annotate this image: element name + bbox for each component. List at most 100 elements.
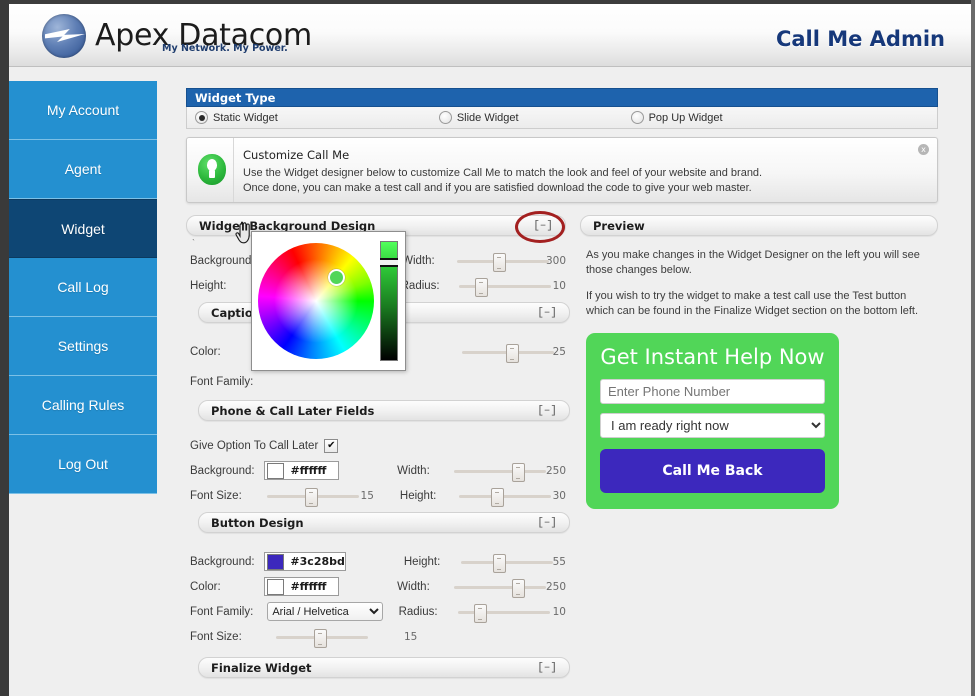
brightness-slider[interactable]: [380, 241, 398, 361]
phone-background-label: Background:: [190, 464, 255, 477]
caption-font-family-row: Font Family:: [190, 369, 566, 394]
window-frame-right: [971, 0, 975, 696]
color-picker-popup[interactable]: [251, 231, 406, 371]
slider-knob[interactable]: [493, 553, 506, 573]
section-phone-call-later-fields[interactable]: Phone & Call Later Fields [–]: [198, 400, 570, 421]
button-radius-value: 10: [552, 605, 566, 618]
sidebar-item-call-log[interactable]: Call Log: [9, 258, 157, 317]
color-wheel[interactable]: [258, 243, 374, 359]
radio-static-widget[interactable]: Static Widget: [195, 111, 278, 124]
preview-column: Preview As you make changes in the Widge…: [580, 215, 938, 678]
widget-preview-readiness-select[interactable]: I am ready right now: [600, 413, 825, 438]
phone-background-row: Background: #ffffff Width: 250: [190, 458, 566, 483]
slider-track: [457, 610, 550, 614]
background-width-slider[interactable]: [457, 252, 550, 272]
radio-popup-widget[interactable]: Pop Up Widget: [630, 111, 723, 124]
phone-height-slider[interactable]: [458, 487, 551, 507]
preview-paragraph-1: As you make changes in the Widget Design…: [586, 249, 920, 276]
widget-preview-call-me-back-button[interactable]: Call Me Back: [600, 449, 825, 493]
notice-divider: [233, 138, 234, 202]
button-height-value: 55: [552, 555, 566, 568]
button-width-value: 250: [545, 580, 566, 593]
phone-font-size-slider[interactable]: [266, 487, 359, 507]
button-font-size-value: 15: [404, 630, 418, 643]
collapse-background-button[interactable]: [–]: [515, 210, 566, 243]
sidebar-item-agent[interactable]: Agent: [9, 140, 157, 199]
phone-width-slider[interactable]: [454, 462, 547, 482]
button-font-family-select[interactable]: Arial / Helvetica: [267, 602, 383, 621]
button-background-color-input[interactable]: #3c28bd: [264, 552, 346, 571]
notice-line-1: Use the Widget designer below to customi…: [243, 167, 763, 179]
slider-knob[interactable]: [505, 343, 519, 363]
button-background-row: Background: #3c28bd Height: 55: [190, 549, 566, 574]
collapse-phone-button[interactable]: [–]: [537, 405, 557, 417]
caption-font-family-label: Font Family:: [190, 375, 254, 388]
collapse-caption-button[interactable]: [–]: [537, 307, 557, 319]
preview-paragraph-2: If you wish to try the widget to make a …: [586, 290, 919, 317]
slider-knob[interactable]: [475, 277, 489, 297]
preview-title: Preview: [593, 218, 645, 233]
logo-tagline: My Network. My Power.: [162, 43, 288, 54]
radio-slide-widget-label: Slide Widget: [456, 111, 519, 124]
radio-slide-widget-indicator: [438, 111, 452, 124]
sidebar-item-calling-rules[interactable]: Calling Rules: [9, 376, 157, 435]
notice-body: Use the Widget designer below to customi…: [243, 166, 762, 196]
button-width-slider[interactable]: [454, 578, 547, 598]
button-background-value: #3c28bd: [290, 555, 345, 568]
section-button-design[interactable]: Button Design [–]: [198, 512, 570, 533]
slider-knob[interactable]: [512, 578, 526, 598]
button-color-row: Color: #ffffff Width: 250: [190, 574, 566, 599]
widget-preview-caption: Get Instant Help Now: [600, 345, 825, 369]
button-radius-slider[interactable]: [457, 603, 550, 623]
close-icon[interactable]: x: [918, 144, 929, 155]
sidebar-item-widget[interactable]: Widget: [9, 199, 157, 258]
background-radius-label: Radius:: [400, 279, 440, 292]
brightness-slider-handle[interactable]: [380, 258, 398, 267]
phone-background-color-input[interactable]: #ffffff: [264, 461, 340, 480]
button-font-size-slider[interactable]: [276, 628, 368, 648]
sidebar-item-log-out[interactable]: Log Out: [9, 435, 157, 494]
slider-track: [454, 585, 547, 589]
call-later-row: Give Option To Call Later ✔: [190, 433, 566, 458]
slider-knob[interactable]: [304, 487, 318, 507]
widget-type-options: Static Widget Slide Widget Pop Up Widget: [186, 107, 938, 129]
slider-knob[interactable]: [490, 487, 504, 507]
button-color-swatch: [267, 578, 285, 595]
collapse-button-design[interactable]: [–]: [537, 517, 557, 529]
widget-designer-column: Widget Background Design [–] ` Backgroun…: [186, 210, 570, 678]
slider-knob[interactable]: [314, 628, 327, 648]
background-radius-slider[interactable]: [459, 277, 552, 297]
section-finalize-widget[interactable]: Finalize Widget [–]: [198, 657, 570, 678]
section-phone-title: Phone & Call Later Fields: [211, 403, 375, 418]
collapse-finalize-button[interactable]: [–]: [537, 662, 557, 674]
widget-preview-phone-input[interactable]: [600, 379, 825, 404]
widget-preview-card: Get Instant Help Now I am ready right no…: [586, 333, 839, 509]
section-button-title: Button Design: [211, 515, 304, 530]
call-later-checkbox[interactable]: ✔: [324, 438, 339, 453]
radio-popup-widget-label: Pop Up Widget: [648, 111, 723, 124]
sidebar-item-settings[interactable]: Settings: [9, 317, 157, 376]
color-wheel-selector[interactable]: [328, 269, 345, 286]
radio-slide-widget[interactable]: Slide Widget: [438, 111, 519, 124]
button-font-size-label: Font Size:: [190, 630, 242, 643]
button-background-label: Background:: [190, 555, 255, 568]
slider-knob[interactable]: [512, 462, 526, 482]
section-preview[interactable]: Preview: [580, 215, 938, 236]
radio-static-widget-label: Static Widget: [213, 111, 278, 124]
slider-knob[interactable]: [473, 603, 487, 623]
section-finalize-title: Finalize Widget: [211, 660, 312, 675]
slider-knob[interactable]: [493, 252, 507, 272]
button-background-swatch: [267, 553, 285, 570]
button-color-input[interactable]: #ffffff: [264, 577, 340, 596]
customize-notice: Customize Call Me Use the Widget designe…: [186, 137, 938, 203]
app-page: Apex Datacom My Network. My Power. Call …: [0, 0, 975, 696]
page-title: Call Me Admin: [775, 27, 945, 51]
button-font-family-row: Font Family: Arial / Helvetica Radius: 1…: [190, 599, 566, 624]
widget-type-bar: Widget Type: [186, 88, 938, 107]
button-height-slider[interactable]: [461, 553, 553, 573]
window-frame-left: [0, 0, 9, 696]
sidebar-item-my-account[interactable]: My Account: [9, 81, 157, 140]
caption-font-size-slider[interactable]: [461, 343, 554, 363]
button-color-value: #ffffff: [290, 580, 327, 593]
collapse-background-label: [–]: [533, 219, 553, 232]
